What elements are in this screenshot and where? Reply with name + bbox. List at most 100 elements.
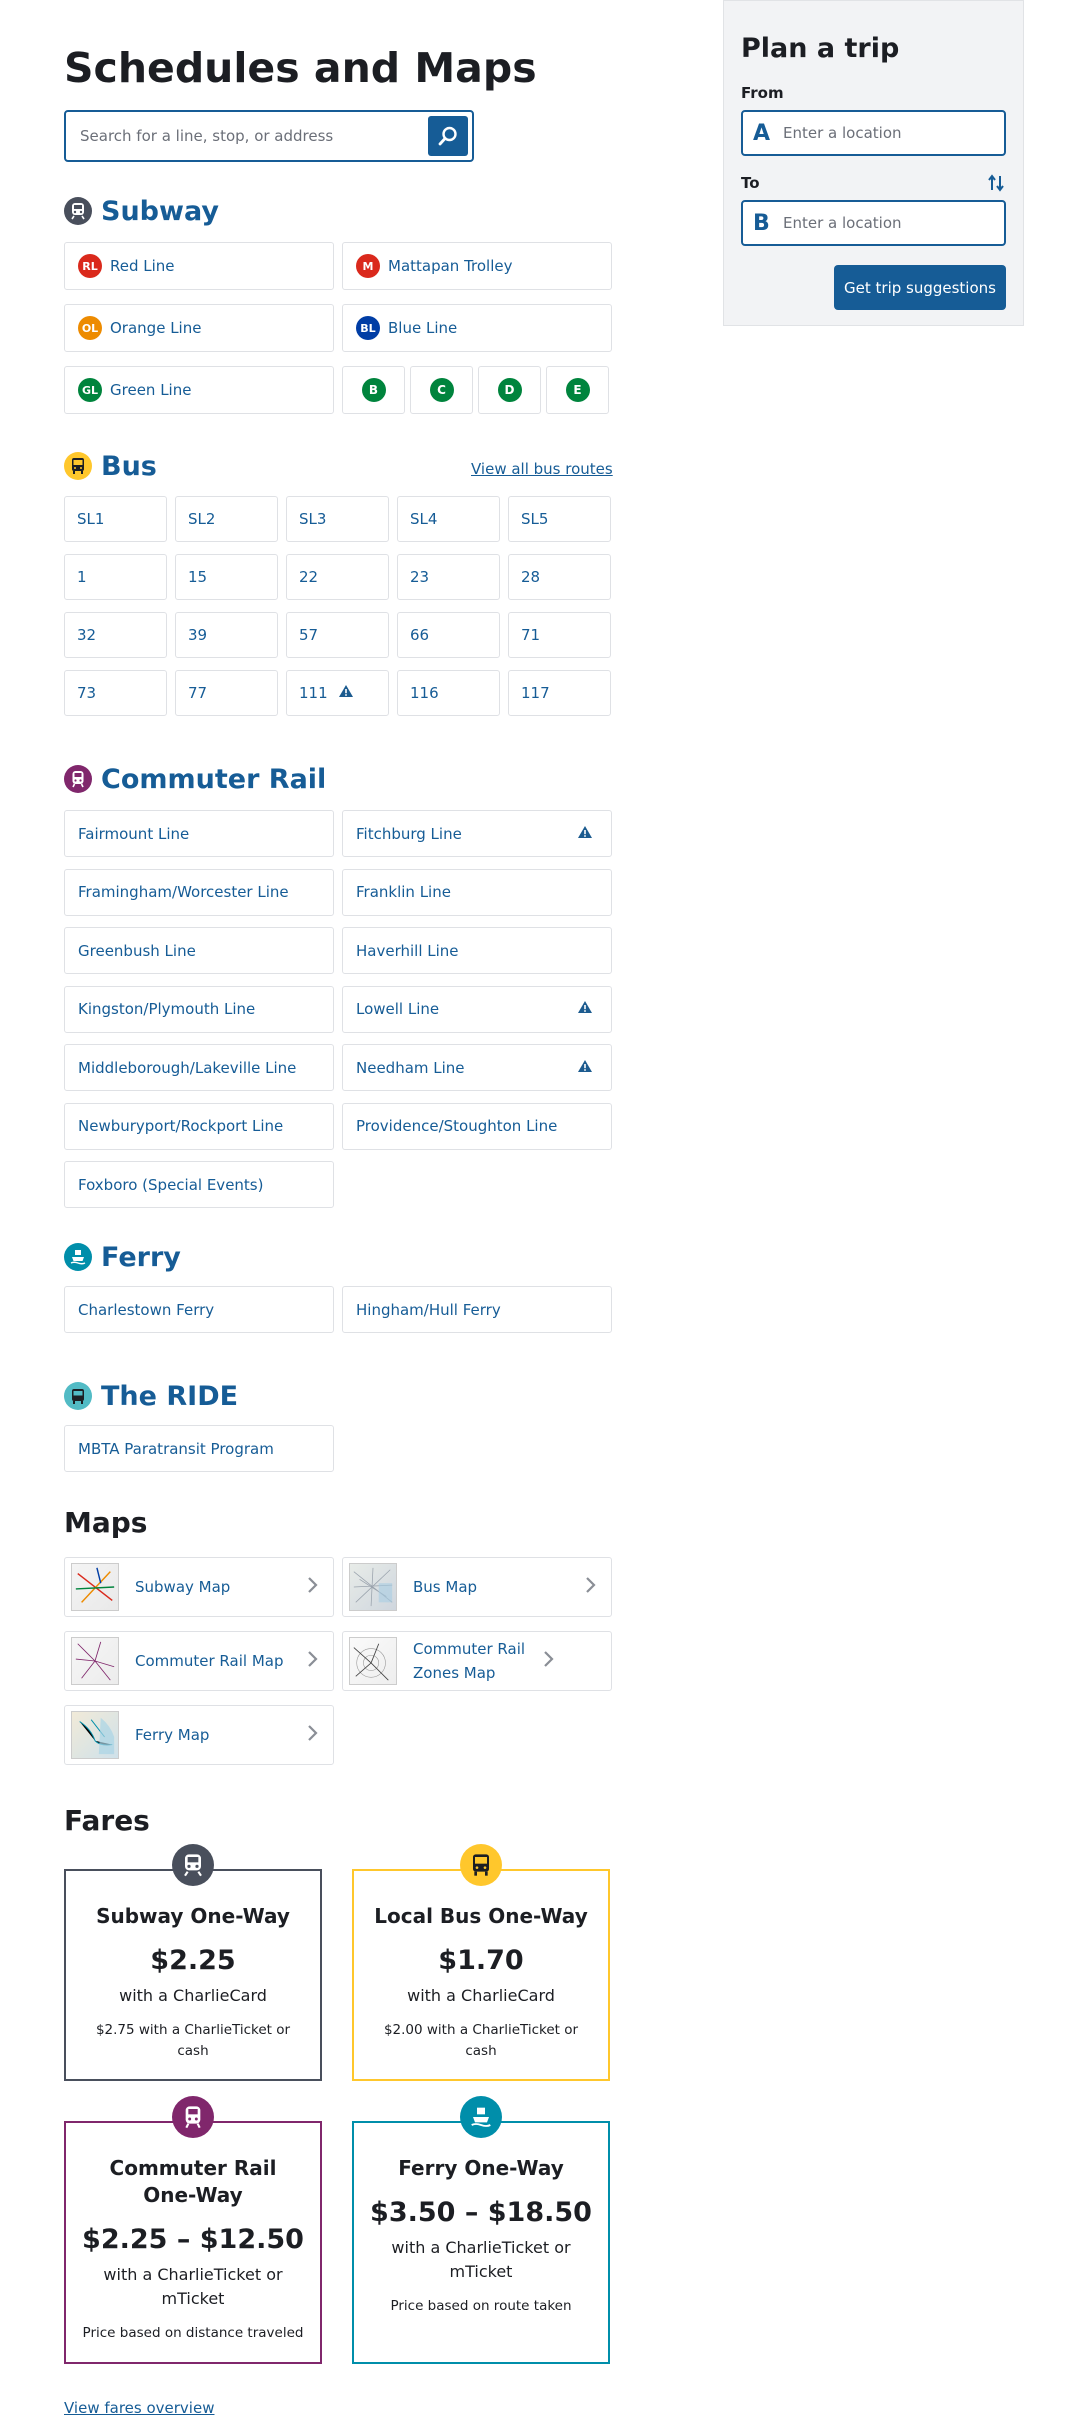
bus-route-card[interactable]: 22 bbox=[286, 554, 389, 600]
map-card[interactable]: Ferry Map bbox=[64, 1705, 334, 1765]
subway-line-card[interactable]: GL Green Line bbox=[64, 366, 334, 414]
ferry-line-card[interactable]: Hingham/Hull Ferry bbox=[342, 1286, 612, 1333]
bus-route-card[interactable]: 77 bbox=[175, 670, 278, 716]
view-all-bus-routes-link[interactable]: View all bus routes bbox=[471, 460, 613, 478]
ride-program-card[interactable]: MBTA Paratransit Program bbox=[64, 1425, 334, 1472]
chevron-right-icon bbox=[585, 1576, 597, 1598]
line-label: Charlestown Ferry bbox=[78, 1300, 215, 1319]
subway-title: Subway bbox=[101, 195, 219, 227]
commuter-rail-line-card[interactable]: Greenbush Line bbox=[64, 927, 334, 974]
bus-route-card[interactable]: 117 bbox=[508, 670, 611, 716]
line-label: Kingston/Plymouth Line bbox=[78, 1000, 256, 1018]
from-input[interactable]: A Enter a location bbox=[741, 110, 1006, 156]
bus-title: Bus bbox=[101, 450, 157, 482]
map-label: Subway Map bbox=[135, 1578, 231, 1596]
bus-route-card[interactable]: 116 bbox=[397, 670, 500, 716]
map-card[interactable]: Bus Map bbox=[342, 1557, 612, 1617]
to-input[interactable]: B Enter a location bbox=[741, 200, 1006, 246]
to-placeholder: Enter a location bbox=[783, 214, 902, 232]
bus-route-label: SL4 bbox=[410, 510, 438, 528]
commuter-rail-line-card[interactable]: Franklin Line bbox=[342, 868, 612, 916]
bus-route-card[interactable]: 23 bbox=[397, 554, 500, 600]
fare-note: $2.00 with a CharlieTicket or cash bbox=[383, 2022, 579, 2059]
green-line-branch-card[interactable]: D bbox=[478, 366, 541, 414]
line-label: Haverhill Line bbox=[356, 941, 459, 960]
ferry-icon bbox=[64, 1243, 92, 1271]
get-trip-suggestions-button[interactable]: Get trip suggestions bbox=[834, 265, 1006, 310]
bus-route-label: SL2 bbox=[188, 510, 216, 528]
fare-title: Commuter Rail One-Way bbox=[109, 2156, 277, 2207]
subway-line-card[interactable]: OL Orange Line bbox=[64, 304, 334, 352]
commuter-rail-map-thumbnail bbox=[71, 1637, 119, 1685]
bus-route-card[interactable]: 15 bbox=[175, 554, 278, 600]
search-button[interactable] bbox=[428, 116, 468, 156]
bus-route-card[interactable]: SL2 bbox=[175, 496, 278, 542]
from-placeholder: Enter a location bbox=[783, 124, 902, 142]
map-label: Commuter Rail Map bbox=[135, 1652, 284, 1670]
subway-line-card[interactable]: M Mattapan Trolley bbox=[342, 242, 612, 290]
fare-price: $2.25 bbox=[150, 1945, 236, 1976]
line-label: Green Line bbox=[110, 381, 192, 399]
bus-icon bbox=[460, 1844, 502, 1886]
line-label: MBTA Paratransit Program bbox=[78, 1439, 274, 1458]
alert-icon bbox=[577, 825, 593, 843]
bus-route-card[interactable]: 73 bbox=[64, 670, 167, 716]
commuter-rail-line-card[interactable]: Fairmount Line bbox=[64, 810, 334, 857]
map-card[interactable]: Commuter Rail Map bbox=[64, 1631, 334, 1691]
search-box[interactable]: Search for a line, stop, or address bbox=[64, 110, 474, 162]
subway-line-card[interactable]: BL Blue Line bbox=[342, 304, 612, 352]
commuter-rail-line-card[interactable]: Newburyport/Rockport Line bbox=[64, 1102, 334, 1150]
green-line-branch-card[interactable]: B bbox=[342, 366, 405, 414]
bus-route-card[interactable]: 71 bbox=[508, 612, 611, 658]
search-input[interactable]: Search for a line, stop, or address bbox=[66, 127, 428, 145]
commuter-rail-line-card[interactable]: Framingham/Worcester Line bbox=[64, 868, 334, 916]
bus-route-label: 22 bbox=[299, 568, 319, 586]
bus-route-label: 116 bbox=[410, 684, 439, 702]
commuter-rail-line-card[interactable]: Fitchburg Line bbox=[342, 810, 612, 857]
ferry-line-card[interactable]: Charlestown Ferry bbox=[64, 1286, 334, 1333]
route-badge: M bbox=[356, 254, 380, 278]
trip-planner: Plan a trip From A Enter a location To B… bbox=[723, 0, 1024, 326]
commuter-rail-line-card[interactable]: Lowell Line bbox=[342, 985, 612, 1033]
green-line-branch-card[interactable]: E bbox=[546, 366, 609, 414]
line-label: Newburyport/Rockport Line bbox=[78, 1117, 284, 1135]
bus-route-card[interactable]: 39 bbox=[175, 612, 278, 658]
subway-map-thumbnail bbox=[71, 1563, 119, 1611]
commuter-rail-line-card[interactable]: Needham Line bbox=[342, 1044, 612, 1091]
bus-route-card[interactable]: 1 bbox=[64, 554, 167, 600]
bus-route-card[interactable]: SL3 bbox=[286, 496, 389, 542]
branch-badge: D bbox=[497, 378, 522, 402]
bus-route-card[interactable]: 28 bbox=[508, 554, 611, 600]
commuter-rail-line-card[interactable]: Foxboro (Special Events) bbox=[64, 1161, 334, 1208]
map-card[interactable]: Commuter Rail Zones Map bbox=[342, 1631, 612, 1691]
bus-route-card[interactable]: SL1 bbox=[64, 496, 167, 542]
bus-route-label: 66 bbox=[410, 626, 430, 644]
line-label: Providence/Stoughton Line bbox=[356, 1117, 558, 1135]
map-card[interactable]: Subway Map bbox=[64, 1557, 334, 1617]
commuter-rail-title: Commuter Rail bbox=[101, 763, 327, 795]
green-line-branch-card[interactable]: C bbox=[410, 366, 473, 414]
chevron-right-icon bbox=[307, 1650, 319, 1672]
commuter-rail-line-card[interactable]: Middleborough/Lakeville Line bbox=[64, 1044, 334, 1091]
bus-route-card[interactable]: 32 bbox=[64, 612, 167, 658]
swap-icon[interactable] bbox=[986, 174, 1006, 192]
line-label: Fairmount Line bbox=[78, 824, 190, 843]
bus-route-card[interactable]: SL5 bbox=[508, 496, 611, 542]
subway-line-card[interactable]: RL Red Line bbox=[64, 242, 334, 290]
view-fares-overview-link[interactable]: View fares overview bbox=[64, 2399, 214, 2417]
line-label: Hingham/Hull Ferry bbox=[356, 1300, 501, 1319]
commuter-rail-line-card[interactable]: Haverhill Line bbox=[342, 927, 612, 974]
bus-route-label: 111 bbox=[299, 684, 328, 702]
commuter-rail-line-card[interactable]: Providence/Stoughton Line bbox=[342, 1102, 612, 1150]
bus-heading: Bus bbox=[64, 448, 157, 484]
map-label: Commuter Rail Zones Map bbox=[413, 1640, 526, 1682]
commuter-rail-line-card[interactable]: Kingston/Plymouth Line bbox=[64, 985, 334, 1033]
bus-route-label: 32 bbox=[77, 626, 97, 644]
bus-route-label: 23 bbox=[410, 568, 430, 586]
ferry-map-thumbnail bbox=[71, 1711, 119, 1759]
bus-route-label: 57 bbox=[299, 626, 319, 644]
bus-route-card[interactable]: SL4 bbox=[397, 496, 500, 542]
bus-route-card[interactable]: 66 bbox=[397, 612, 500, 658]
bus-route-card[interactable]: 57 bbox=[286, 612, 389, 658]
bus-route-card[interactable]: 111 bbox=[286, 670, 389, 716]
